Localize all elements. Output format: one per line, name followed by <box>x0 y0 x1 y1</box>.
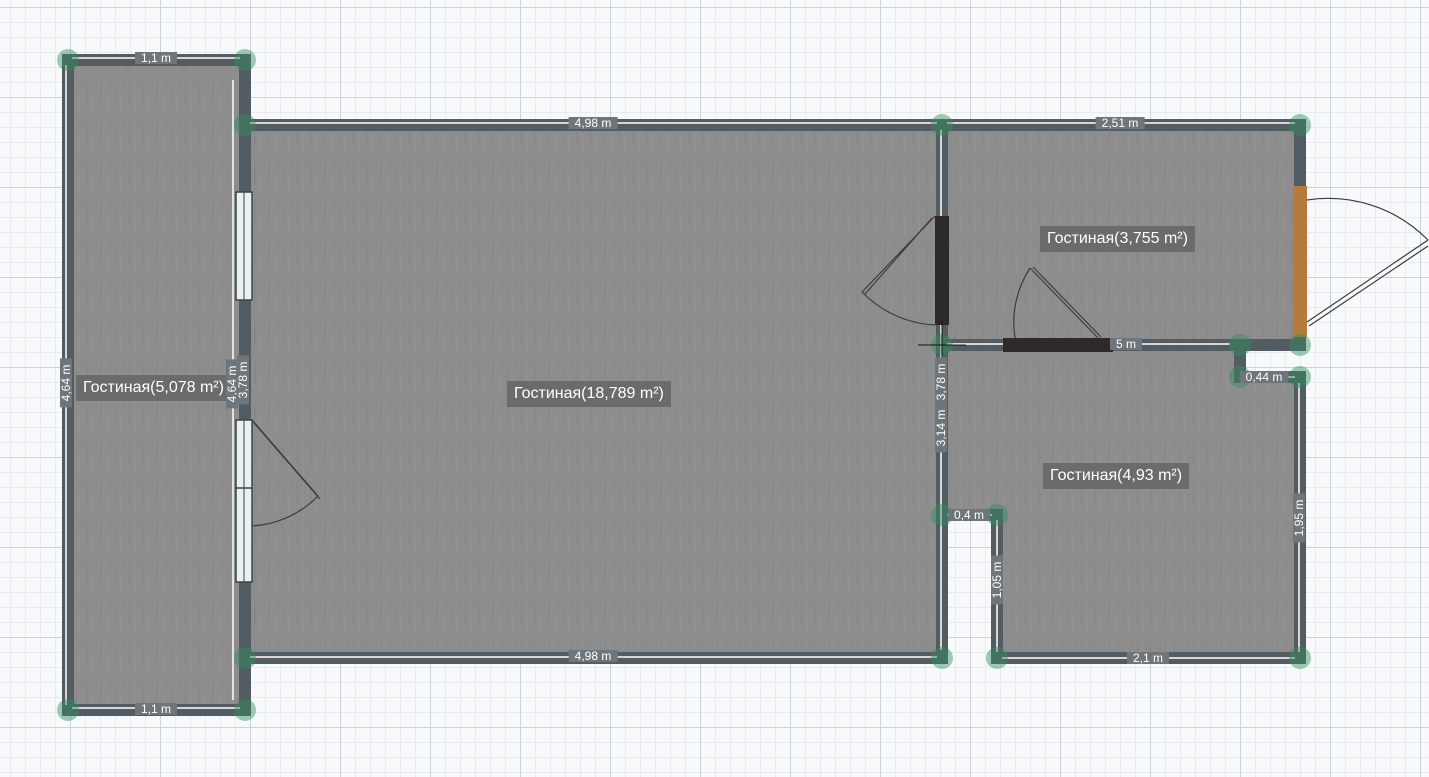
dimension-label: 4,98 m <box>568 650 618 662</box>
vertex-handle <box>1289 647 1311 669</box>
dimension-label: 4,64 m <box>59 358 73 408</box>
dimension-label: 2,1 m <box>1126 652 1170 664</box>
dimension-label: 3,14 m <box>934 403 948 453</box>
dimension-label: 1,95 m <box>1292 493 1306 543</box>
dimension-label: 5 m <box>1109 338 1143 350</box>
dimension-label: 3,78 m <box>934 357 948 407</box>
vertex-handle <box>1289 334 1311 356</box>
vertex-handle <box>986 647 1008 669</box>
room-label-narrow[interactable]: Гостиная(5,078 m²) <box>76 375 231 401</box>
vertex-handle <box>234 114 256 136</box>
dimension-label: 3,78 m <box>236 355 250 405</box>
dimension-label: 4,98 m <box>568 117 618 129</box>
dimension-label: 1,1 m <box>134 52 178 64</box>
room-label-small[interactable]: Гостиная(3,755 m²) <box>1040 226 1195 252</box>
dimension-label: 2,51 m <box>1095 117 1145 129</box>
vertex-handle <box>1289 114 1311 136</box>
vertex-handle <box>234 699 256 721</box>
vertex-handle <box>57 49 79 71</box>
dimension-label: 1,05 m <box>990 555 1004 605</box>
vertex-handle <box>1289 366 1311 388</box>
room-label-main[interactable]: Гостиная(18,789 m²) <box>507 381 671 407</box>
room-label-right[interactable]: Гостиная(4,93 m²) <box>1043 463 1190 489</box>
dimension-label: 0,44 m <box>1239 371 1289 383</box>
vertex-handle <box>1229 334 1251 356</box>
vertex-handle <box>931 647 953 669</box>
dimension-label: 1,1 m <box>134 703 178 715</box>
vertex-handle <box>234 49 256 71</box>
vertex-handle <box>234 647 256 669</box>
vertex-handle <box>57 699 79 721</box>
vertex-handle <box>931 114 953 136</box>
dimension-label: 0,4 m <box>947 509 991 521</box>
